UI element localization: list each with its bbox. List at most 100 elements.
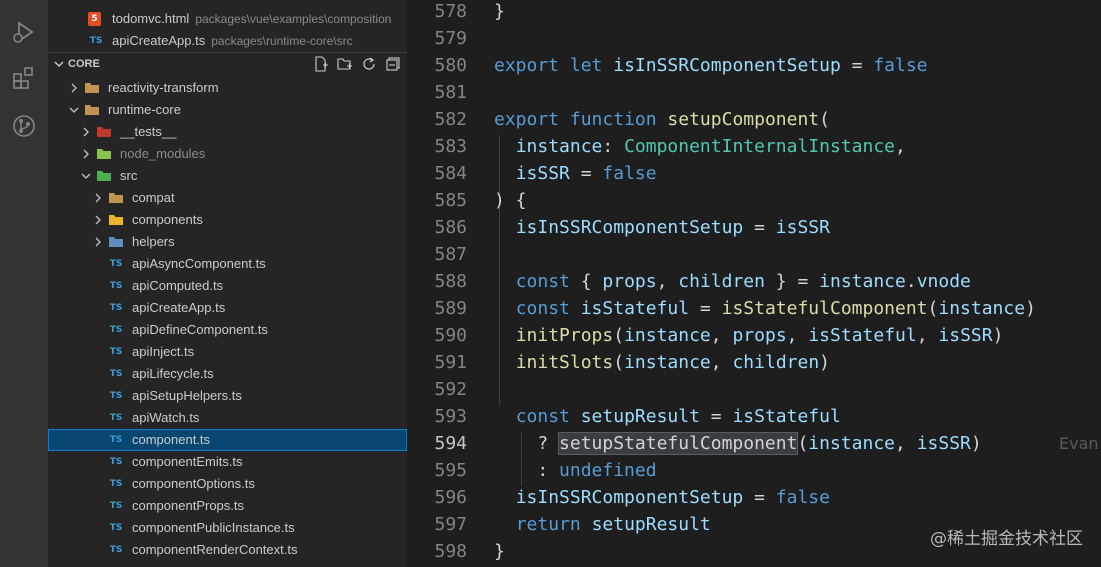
code-line: 583 instance: ComponentInternalInstance, (407, 133, 1101, 160)
code-token: isStateful (808, 325, 917, 346)
folder-item[interactable]: components (48, 209, 407, 231)
code-line: 596 isInSSRComponentSetup = false (407, 484, 1101, 511)
code-token: instance (624, 325, 711, 346)
code-token: = (699, 406, 733, 427)
typescript-icon: TS (109, 413, 123, 423)
file-item[interactable]: TS apiSetupHelpers.ts (48, 385, 407, 407)
file-item[interactable]: TS componentPublicInstance.ts (48, 517, 407, 539)
chevron-down-icon (54, 61, 64, 67)
code-line: 588 const { props, children } = instance… (407, 268, 1101, 295)
code-line: 586 isInSSRComponentSetup = isSSR (407, 214, 1101, 241)
code-token: ( (927, 298, 939, 319)
typescript-icon: TS (109, 479, 123, 489)
tree-item-label: componentOptions.ts (132, 476, 255, 491)
chevron-right-icon[interactable] (80, 121, 92, 143)
code-line: 592 (407, 376, 1101, 403)
file-item[interactable]: TS componentOptions.ts (48, 473, 407, 495)
code-line: 589 const isStateful = isStatefulCompone… (407, 295, 1101, 322)
folder-item[interactable]: __tests__ (48, 121, 407, 143)
typescript-icon: TS (109, 457, 123, 467)
collapse-all-icon[interactable] (385, 56, 401, 72)
chevron-down-icon[interactable] (68, 99, 80, 121)
explorer-section-header[interactable]: CORE (48, 52, 407, 74)
new-folder-icon[interactable] (337, 56, 353, 72)
code-token: ) (819, 352, 831, 373)
code-line: 591 initSlots(instance, children) (407, 349, 1101, 376)
tests-folder-icon (97, 127, 111, 137)
code-token: ) { (494, 190, 527, 211)
file-item[interactable]: TS apiCreateApp.ts (48, 297, 407, 319)
code-token: vnode (916, 271, 971, 292)
file-path: packages\vue\examples\composition (195, 12, 392, 26)
code-editor[interactable]: 578} 579 580 export let isInSSRComponentSet… (407, 0, 1101, 567)
source-control-icon[interactable] (10, 112, 38, 140)
file-item[interactable]: TS apiAsyncComponent.ts (48, 253, 407, 275)
activity-bar (0, 0, 48, 567)
chevron-right-icon[interactable] (92, 231, 104, 253)
code-token: isStateful (580, 298, 690, 319)
line-number: 585 (434, 190, 467, 211)
line-number: 590 (434, 325, 467, 346)
code-token: export (494, 55, 560, 76)
code-token: return (515, 514, 581, 535)
line-number: 578 (434, 1, 467, 22)
tree-item-label: components (132, 212, 203, 227)
code-token: setupComponent (667, 109, 820, 130)
code-line: 590 initProps(instance, props, isStatefu… (407, 322, 1101, 349)
folder-item[interactable]: helpers (48, 231, 407, 253)
folder-item[interactable]: reactivity-transform (48, 77, 407, 99)
file-item[interactable]: TS component.ts (48, 429, 407, 451)
git-blame-annotation: Evan (1059, 434, 1099, 453)
file-item[interactable]: TS apiLifecycle.ts (48, 363, 407, 385)
tree-item-label: helpers (132, 234, 175, 249)
tree-item-label: componentPublicInstance.ts (132, 520, 295, 535)
file-item[interactable]: TS apiDefineComponent.ts (48, 319, 407, 341)
html5-icon: 5 (88, 12, 101, 26)
code-token: } = (764, 271, 820, 292)
chevron-right-icon[interactable] (92, 209, 104, 231)
open-editor-item[interactable]: 5 todomvc.html packages\vue\examples\compo… (48, 8, 407, 30)
folder-item[interactable]: node_modules (48, 143, 407, 165)
line-number: 595 (434, 460, 467, 481)
src-folder-icon (97, 171, 111, 181)
code-token: isInSSRComponentSetup (613, 55, 841, 76)
folder-item[interactable]: src (48, 165, 407, 187)
code-token: undefined (559, 460, 657, 481)
refresh-icon[interactable] (361, 56, 377, 72)
line-number: 594 (434, 433, 467, 454)
chevron-right-icon[interactable] (80, 143, 92, 165)
code-token: : (602, 136, 625, 157)
code-line: 593 const setupResult = isStateful (407, 403, 1101, 430)
typescript-icon: TS (109, 501, 123, 511)
folder-icon (85, 83, 99, 93)
typescript-icon: TS (109, 259, 123, 269)
extensions-icon[interactable] (10, 64, 38, 92)
folder-item[interactable]: compat (48, 187, 407, 209)
code-token: ) (1025, 298, 1036, 319)
file-item[interactable]: TS componentEmits.ts (48, 451, 407, 473)
chevron-right-icon[interactable] (92, 187, 104, 209)
chevron-right-icon[interactable] (68, 77, 80, 99)
code-token: let (569, 55, 603, 76)
file-item[interactable]: TS componentRenderContext.ts (48, 539, 407, 561)
open-editor-item[interactable]: TS apiCreateApp.ts packages\runtime-core\s… (48, 30, 407, 52)
code-token: instance (819, 271, 906, 292)
chevron-down-icon[interactable] (80, 165, 92, 187)
code-token: const (515, 298, 570, 319)
code-token: false (775, 487, 830, 508)
file-item[interactable]: TS apiWatch.ts (48, 407, 407, 429)
file-item[interactable]: TS apiInject.ts (48, 341, 407, 363)
file-item[interactable]: TS apiComputed.ts (48, 275, 407, 297)
file-item[interactable]: TS componentProps.ts (48, 495, 407, 517)
new-file-icon[interactable] (313, 56, 329, 72)
code-token: instance (515, 136, 603, 157)
code-text: const { props, children } = instance.vno… (494, 268, 971, 295)
folder-item[interactable]: runtime-core (48, 99, 407, 121)
code-line: 582 export function setupComponent( (407, 106, 1101, 133)
file-name: apiCreateApp.ts (112, 33, 206, 48)
run-debug-icon[interactable] (10, 18, 38, 46)
